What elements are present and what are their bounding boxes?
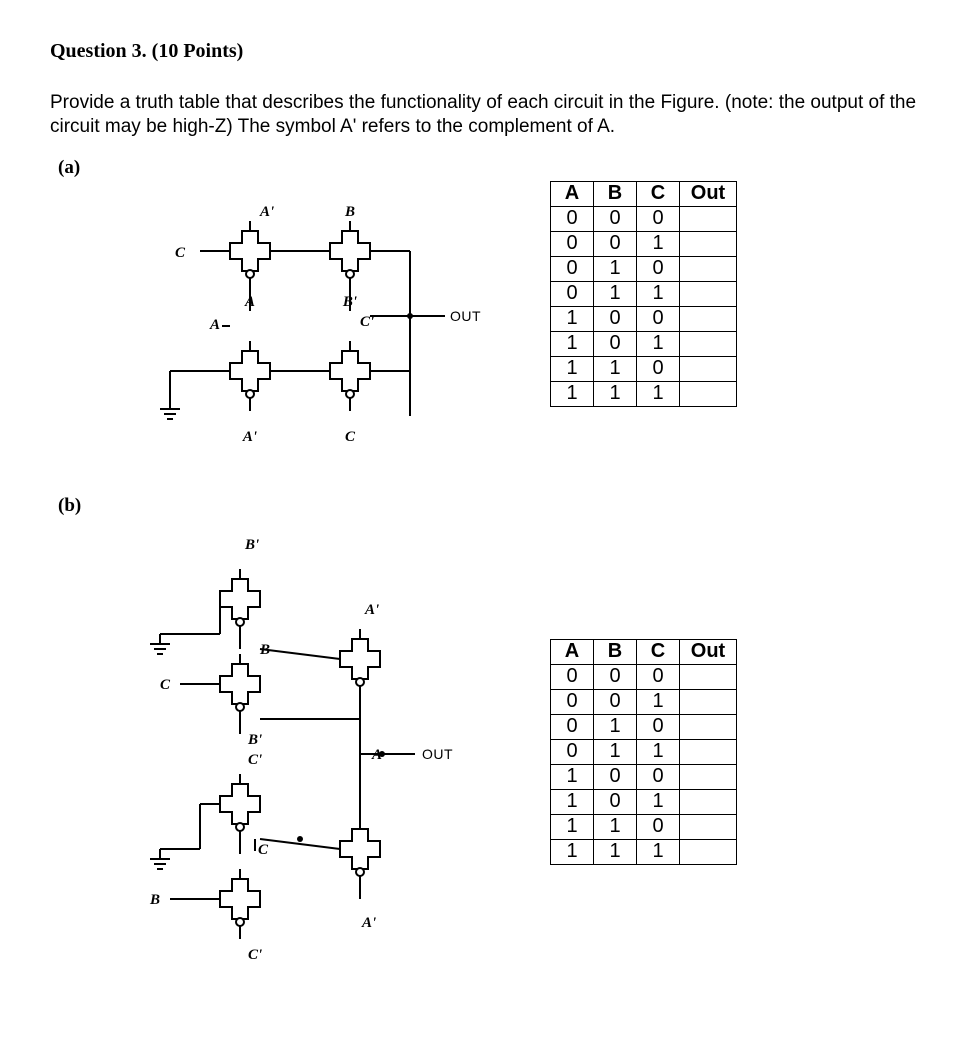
b-label-bprime-top: B' [244, 537, 259, 553]
b-label-bprime-mid: B' [247, 732, 262, 748]
circuit-b-diagram: B' A' B C B' C' [50, 519, 520, 995]
th-a-b: A [551, 639, 594, 664]
th-out-b: Out [680, 639, 737, 664]
label-b-top: B [344, 204, 355, 220]
th-b-b: B [594, 639, 637, 664]
question-heading: Question 3. (10 Points) [50, 40, 920, 63]
label-c-left: C [175, 245, 186, 261]
truth-table-b: A B C Out 000 001 010 011 100 101 110 11… [550, 639, 737, 865]
part-b-label: (b) [58, 495, 920, 517]
truth-table-b-table: A B C Out 000 001 010 011 100 101 110 11… [550, 639, 737, 865]
label-a-left: A [209, 317, 220, 333]
label-aprime-bottom: A' [242, 429, 257, 445]
b-label-aprime-top: A' [364, 602, 379, 618]
th-c: C [637, 181, 680, 206]
label-c-bottom: C [345, 429, 356, 445]
part-a-label: (a) [58, 157, 920, 179]
b-label-out: OUT [422, 746, 453, 762]
question-instructions: Provide a truth table that describes the… [50, 91, 920, 139]
b-label-c-left: C [160, 677, 171, 693]
th-c-b: C [637, 639, 680, 664]
b-label-aprime-bot: A' [361, 915, 376, 931]
truth-table-a: A B C Out 000 001 010 011 100 101 110 11… [550, 181, 737, 407]
b-label-b-left: B [149, 892, 160, 908]
th-a: A [551, 181, 594, 206]
label-a-prime: A' [259, 204, 274, 220]
truth-table-a-table: A B C Out 000 001 010 011 100 101 110 11… [550, 181, 737, 407]
b-label-cprime-mid: C' [248, 752, 262, 768]
label-out-a: OUT [450, 308, 481, 324]
label-cprime-mid: C' [360, 314, 374, 330]
th-b: B [594, 181, 637, 206]
circuit-a-diagram: A' C B A B' OUT C' A [50, 181, 520, 487]
b-label-cprime-bot: C' [248, 947, 262, 963]
th-out: Out [680, 181, 737, 206]
b-label-c-mid: C [258, 842, 269, 858]
